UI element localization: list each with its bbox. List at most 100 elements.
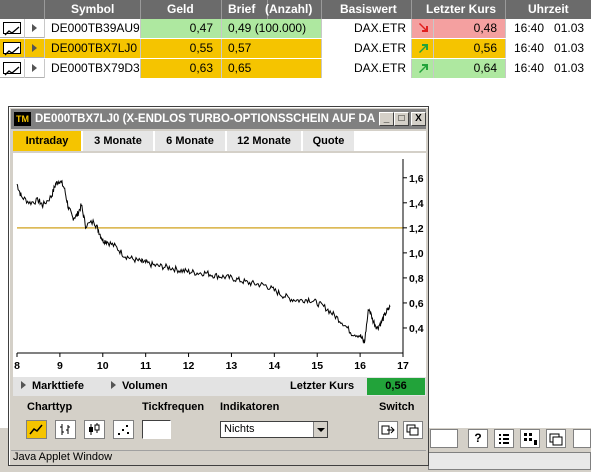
header-uhrzeit[interactable]: Uhrzeit [506, 0, 591, 19]
tickfrequenz-input[interactable] [142, 420, 171, 439]
table-row[interactable]: DE000TBX7LJ0 0,55 0,57 DAX.ETR 0,56 16:40 01.… [0, 39, 591, 58]
window-icon [549, 433, 563, 446]
chart-icon [3, 62, 21, 76]
grid-icon [524, 433, 537, 445]
help-button[interactable]: ? [468, 429, 488, 448]
candlestick-chart-button[interactable] [84, 420, 105, 439]
expand-arrow-icon [21, 381, 26, 389]
chart-icon [3, 22, 21, 36]
header-basiswert[interactable]: Basiswert [322, 0, 412, 19]
switch-window-button[interactable] [403, 421, 423, 439]
header-geld[interactable]: Geld [141, 0, 222, 19]
trend-cell [412, 19, 434, 38]
x-tick-label: 13 [226, 360, 238, 372]
period-tabs: Intraday 3 Monate 6 Monate 12 Monate Quo… [13, 131, 426, 151]
brief-cell: 0,65 [222, 59, 322, 78]
uhrzeit-cell: 16:40 01.03 [506, 59, 591, 78]
letzter-kurs-cell: 0,56 [434, 39, 506, 58]
trend-up-icon [419, 44, 428, 53]
basiswert-cell: DAX.ETR [322, 39, 412, 58]
intraday-chart-area: 1,6 1,4 1,2 1,0 0,8 0,6 0,4 8 9 10 11 12 13 14 15 16 17 [13, 153, 426, 377]
header-symbol[interactable]: Symbol [45, 0, 141, 19]
trend-down-icon [419, 23, 428, 32]
maximize-button[interactable]: □ [394, 112, 409, 126]
letzter-kurs-cell: 0,64 [434, 59, 506, 78]
toolbar-field-right[interactable] [573, 429, 591, 448]
chart-icon [3, 42, 21, 56]
charttyp-label: Charttyp [27, 401, 73, 413]
chart-applet-window[interactable]: TM DE000TBX7LJ0 (X-ENDLOS TURBO-OPTIONSS… [8, 106, 429, 466]
chevron-down-icon[interactable] [313, 422, 327, 437]
basiswert-cell: DAX.ETR [322, 59, 412, 78]
expand-arrow-icon [111, 381, 116, 389]
expand-arrow-icon [32, 64, 37, 72]
expand-arrow-icon [32, 44, 37, 52]
markttiefe-toggle[interactable]: Markttiefe [21, 377, 84, 396]
tab-intraday[interactable]: Intraday [13, 131, 82, 151]
x-tick-label: 14 [268, 360, 280, 372]
basiswert-cell: DAX.ETR [322, 19, 412, 38]
symbol-cell[interactable]: DE000TB39AU9 [45, 19, 141, 38]
x-tick-label: 16 [354, 360, 366, 372]
geld-cell: 0,47 [141, 19, 222, 38]
row-expand-button[interactable] [25, 19, 45, 38]
tab-quote[interactable]: Quote [303, 131, 355, 151]
grid-view-button[interactable] [520, 429, 540, 448]
row-expand-button[interactable] [25, 59, 45, 78]
window-titlebar[interactable]: TM DE000TBX7LJ0 (X-ENDLOS TURBO-OPTIONSS… [11, 109, 426, 129]
letzter-kurs-cell: 0,48 [434, 19, 506, 38]
trend-up-icon [419, 64, 428, 73]
list-view-button[interactable] [494, 429, 514, 448]
candlestick-icon [89, 423, 100, 435]
indikatoren-select[interactable]: Nichts [220, 421, 328, 438]
export-icon [381, 425, 395, 435]
close-button[interactable]: X [411, 112, 426, 126]
header-letzter-kurs[interactable]: Letzter Kurs [412, 0, 506, 19]
y-tick-label: 0,4 [409, 323, 424, 335]
brief-cell: 0,57 [222, 39, 322, 58]
table-row[interactable]: DE000TB39AU9 0,47 0,49 (100.000) DAX.ETR 0,4… [0, 19, 591, 38]
switch-export-button[interactable] [378, 421, 398, 439]
y-tick-label: 1,0 [409, 248, 424, 260]
symbol-cell[interactable]: DE000TBX79D3 [45, 59, 141, 78]
volumen-label: Volumen [122, 380, 168, 392]
toolbar-field[interactable] [430, 429, 458, 448]
expand-arrow-icon [32, 24, 37, 32]
uhrzeit-cell: 16:40 01.03 [506, 19, 591, 38]
line-chart-icon [29, 424, 43, 435]
x-tick-label: 10 [97, 360, 109, 372]
y-tick-label: 1,4 [409, 198, 424, 210]
dot-chart-icon [118, 425, 129, 435]
list-icon [499, 434, 509, 444]
chart-control-panel: Charttyp Tickfrequen Indikatoren Switch … [13, 399, 426, 449]
window-button[interactable] [546, 429, 566, 448]
table-row[interactable]: DE000TBX79D3 0,63 0,65 DAX.ETR 0,64 16:40 01.… [0, 59, 591, 78]
row-expand-button[interactable] [25, 39, 45, 58]
x-tick-label: 8 [14, 360, 20, 372]
info-bar: Markttiefe Volumen Letzter Kurs 0,56 [13, 377, 426, 396]
tab-12-monate[interactable]: 12 Monate [227, 131, 302, 151]
status-panel [428, 452, 591, 470]
tickfrequenz-label: Tickfrequen [142, 401, 205, 413]
y-tick-label: 1,2 [409, 223, 424, 235]
app-logo: TM [14, 112, 31, 126]
markttiefe-label: Markttiefe [32, 380, 84, 392]
line-chart-button[interactable] [26, 420, 47, 439]
row-chart-button[interactable] [0, 59, 25, 78]
ohlc-chart-button[interactable] [55, 420, 76, 439]
y-tick-label: 1,6 [409, 173, 424, 185]
dot-chart-button[interactable] [113, 420, 134, 439]
letzter-kurs-label: Letzter Kurs [290, 380, 355, 392]
header-anzahl[interactable]: (Anzahl) [262, 0, 322, 19]
symbol-cell[interactable]: DE000TBX7LJ0 [45, 39, 141, 58]
minimize-button[interactable]: _ [379, 112, 394, 126]
letzter-kurs-value: 0,56 [367, 378, 425, 395]
tab-3-monate[interactable]: 3 Monate [83, 131, 154, 151]
volumen-toggle[interactable]: Volumen [111, 377, 168, 396]
table-header: Symbol Geld Brief (Anzahl) Basiswert Let… [0, 0, 591, 19]
row-chart-button[interactable] [0, 19, 25, 38]
row-chart-button[interactable] [0, 39, 25, 58]
geld-cell: 0,55 [141, 39, 222, 58]
x-tick-label: 11 [140, 360, 151, 372]
tab-6-monate[interactable]: 6 Monate [155, 131, 226, 151]
